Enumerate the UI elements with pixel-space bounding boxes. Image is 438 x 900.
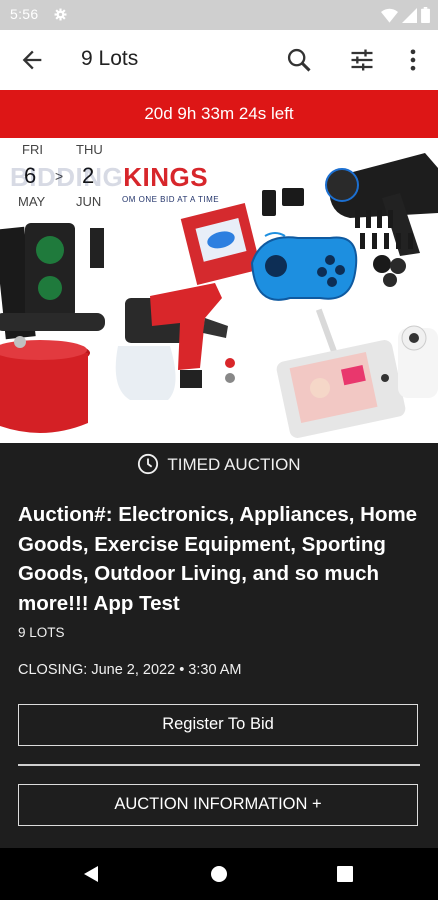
wireless-charger-illustration — [0, 223, 105, 340]
cell-signal-icon — [402, 7, 417, 23]
auction-type: TIMED AUCTION — [0, 453, 438, 475]
logo-text-part2: KINGS — [123, 162, 209, 192]
start-month: MAY — [18, 194, 46, 209]
bidding-kings-logo: BIDDINGKINGS — [10, 162, 208, 193]
blue-gamepad-illustration — [250, 232, 358, 301]
back-arrow-icon[interactable] — [18, 46, 46, 74]
closing-date: CLOSING: June 2, 2022 • 3:30 AM — [18, 662, 242, 678]
page-title: 9 Lots — [81, 47, 139, 70]
settings-gear-icon — [54, 8, 67, 21]
register-to-bid-button[interactable]: Register To Bid — [18, 704, 418, 746]
auction-type-label: TIMED AUCTION — [167, 455, 301, 474]
clock-icon — [138, 453, 159, 475]
system-navigation-bar — [0, 848, 438, 900]
end-month: JUN — [76, 194, 102, 209]
start-day: FRI — [22, 142, 43, 157]
app-bar: 9 Lots — [0, 30, 438, 90]
status-time: 5:56 — [10, 6, 39, 22]
recents-square-icon[interactable] — [337, 866, 353, 882]
logo-text-part1: BIDDING — [10, 162, 124, 192]
wifi-icon — [381, 8, 398, 23]
search-icon[interactable] — [285, 46, 313, 74]
end-day: THU — [76, 142, 103, 157]
auction-hero-image[interactable]: FRI 6 > MAY THU 2 JUN BIDDINGKINGS OM ON… — [0, 138, 438, 443]
controller-box-illustration — [180, 203, 262, 285]
auction-information-button[interactable]: AUCTION INFORMATION + — [18, 784, 418, 826]
battery-icon — [421, 7, 430, 23]
time-left-banner: 20d 9h 33m 24s left — [0, 90, 438, 138]
paint-sprayer-illustration — [115, 283, 235, 400]
status-bar: 5:56 — [0, 0, 438, 30]
back-triangle-icon[interactable] — [82, 865, 100, 883]
auction-title: Auction#: Electronics, Appliances, Home … — [18, 503, 418, 615]
home-circle-icon[interactable] — [210, 865, 228, 883]
logo-tagline: OM ONE BID AT A TIME — [122, 195, 220, 204]
filter-sliders-icon[interactable] — [348, 46, 376, 74]
more-vertical-icon[interactable] — [399, 46, 427, 74]
red-pot-illustration — [0, 336, 90, 433]
auction-details-panel: TIMED AUCTION Auction#: Electronics, App… — [0, 443, 438, 848]
divider — [18, 764, 420, 766]
baby-monitor-illustration — [276, 308, 438, 438]
lots-count: 9 LOTS — [18, 625, 65, 640]
